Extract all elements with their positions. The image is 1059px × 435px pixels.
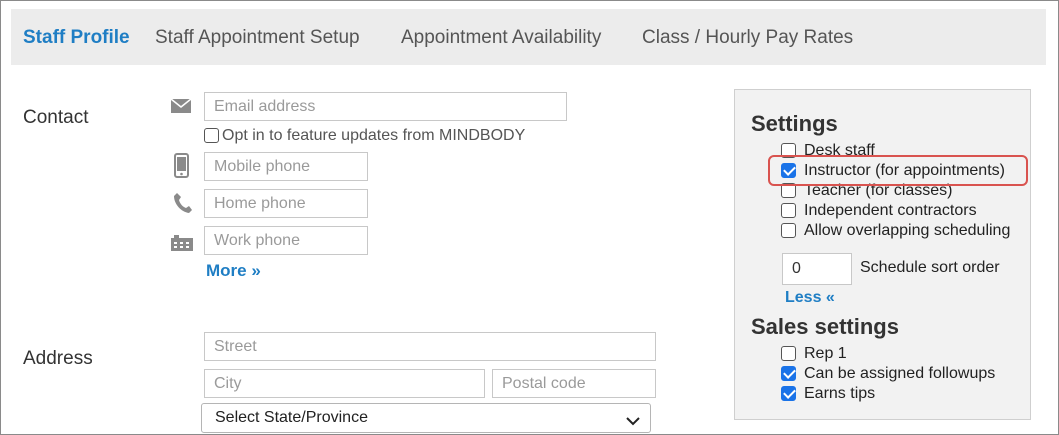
earns-tips-label: Earns tips — [804, 385, 876, 402]
mobile-phone-icon — [174, 153, 189, 178]
tab-class-hourly-pay-rates[interactable]: Class / Hourly Pay Rates — [642, 27, 853, 49]
desk-staff-label: Desk staff — [804, 142, 875, 159]
independent-contractors-checkbox[interactable] — [781, 203, 796, 218]
tab-appointment-availability[interactable]: Appointment Availability — [401, 27, 601, 49]
work-phone-field[interactable] — [204, 226, 368, 255]
home-phone-field[interactable] — [204, 189, 368, 218]
city-field[interactable] — [204, 369, 485, 398]
less-link[interactable]: Less « — [785, 289, 835, 307]
office-phone-icon — [171, 235, 193, 251]
schedule-sort-order-label: Schedule sort order — [860, 259, 1000, 276]
address-label: Address — [23, 348, 93, 369]
overlapping-scheduling-checkbox[interactable] — [781, 223, 796, 238]
earns-tips-checkbox[interactable] — [781, 386, 796, 401]
state-province-select[interactable]: Select State/Province — [201, 403, 651, 433]
settings-heading: Settings — [751, 111, 838, 136]
followups-checkbox[interactable] — [781, 366, 796, 381]
overlapping-scheduling-label: Allow overlapping scheduling — [804, 222, 1011, 239]
teacher-label: Teacher (for classes) — [804, 182, 953, 199]
rep1-checkbox[interactable] — [781, 346, 796, 361]
more-link[interactable]: More » — [206, 261, 261, 281]
schedule-sort-order-input[interactable] — [782, 253, 852, 285]
instructor-checkbox[interactable] — [781, 163, 796, 178]
sales-settings-heading: Sales settings — [751, 314, 899, 339]
chevron-down-icon — [626, 413, 640, 431]
opt-in-label: Opt in to feature updates from MINDBODY — [222, 127, 526, 144]
rep1-label: Rep 1 — [804, 345, 847, 362]
teacher-checkbox[interactable] — [781, 183, 796, 198]
tab-staff-appointment-setup[interactable]: Staff Appointment Setup — [155, 27, 360, 49]
tab-bar: Staff Profile Staff Appointment Setup Ap… — [11, 9, 1046, 65]
contact-label: Contact — [23, 107, 89, 128]
phone-handset-icon — [173, 192, 193, 214]
postal-code-field[interactable] — [492, 369, 656, 398]
tab-staff-profile[interactable]: Staff Profile — [23, 27, 130, 49]
mobile-phone-field[interactable] — [204, 152, 368, 181]
instructor-label: Instructor (for appointments) — [804, 162, 1005, 179]
desk-staff-checkbox[interactable] — [781, 143, 796, 158]
state-province-selected: Select State/Province — [215, 409, 368, 426]
followups-label: Can be assigned followups — [804, 365, 996, 382]
street-field[interactable] — [204, 332, 656, 361]
opt-in-checkbox[interactable] — [204, 128, 219, 143]
envelope-icon — [171, 99, 191, 113]
independent-contractors-label: Independent contractors — [804, 202, 977, 219]
email-field[interactable] — [204, 92, 567, 121]
